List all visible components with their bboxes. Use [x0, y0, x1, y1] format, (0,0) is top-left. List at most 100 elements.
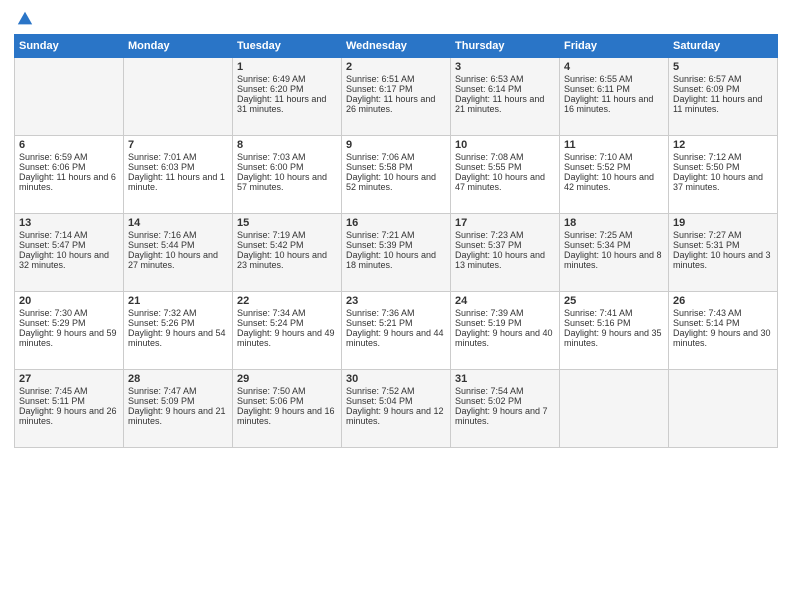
sunrise-text: Sunrise: 7:30 AM [19, 308, 119, 318]
daylight-text: Daylight: 9 hours and 16 minutes. [237, 406, 337, 426]
day-cell: 4Sunrise: 6:55 AMSunset: 6:11 PMDaylight… [560, 58, 669, 136]
sunset-text: Sunset: 5:26 PM [128, 318, 228, 328]
daylight-text: Daylight: 9 hours and 54 minutes. [128, 328, 228, 348]
day-cell: 16Sunrise: 7:21 AMSunset: 5:39 PMDayligh… [342, 214, 451, 292]
sunrise-text: Sunrise: 7:08 AM [455, 152, 555, 162]
daylight-text: Daylight: 10 hours and 57 minutes. [237, 172, 337, 192]
sunrise-text: Sunrise: 7:47 AM [128, 386, 228, 396]
sunset-text: Sunset: 6:06 PM [19, 162, 119, 172]
day-cell: 10Sunrise: 7:08 AMSunset: 5:55 PMDayligh… [451, 136, 560, 214]
daylight-text: Daylight: 11 hours and 21 minutes. [455, 94, 555, 114]
sunset-text: Sunset: 5:02 PM [455, 396, 555, 406]
sunset-text: Sunset: 6:17 PM [346, 84, 446, 94]
day-cell: 26Sunrise: 7:43 AMSunset: 5:14 PMDayligh… [669, 292, 778, 370]
day-cell: 21Sunrise: 7:32 AMSunset: 5:26 PMDayligh… [124, 292, 233, 370]
day-cell: 8Sunrise: 7:03 AMSunset: 6:00 PMDaylight… [233, 136, 342, 214]
week-row-5: 27Sunrise: 7:45 AMSunset: 5:11 PMDayligh… [15, 370, 778, 448]
sunrise-text: Sunrise: 6:55 AM [564, 74, 664, 84]
day-cell: 19Sunrise: 7:27 AMSunset: 5:31 PMDayligh… [669, 214, 778, 292]
day-cell: 29Sunrise: 7:50 AMSunset: 5:06 PMDayligh… [233, 370, 342, 448]
daylight-text: Daylight: 10 hours and 23 minutes. [237, 250, 337, 270]
daylight-text: Daylight: 10 hours and 32 minutes. [19, 250, 119, 270]
day-number: 4 [564, 61, 664, 73]
sunset-text: Sunset: 6:20 PM [237, 84, 337, 94]
day-cell: 1Sunrise: 6:49 AMSunset: 6:20 PMDaylight… [233, 58, 342, 136]
daylight-text: Daylight: 11 hours and 11 minutes. [673, 94, 773, 114]
sunrise-text: Sunrise: 7:23 AM [455, 230, 555, 240]
day-cell: 31Sunrise: 7:54 AMSunset: 5:02 PMDayligh… [451, 370, 560, 448]
week-row-3: 13Sunrise: 7:14 AMSunset: 5:47 PMDayligh… [15, 214, 778, 292]
daylight-text: Daylight: 10 hours and 52 minutes. [346, 172, 446, 192]
daylight-text: Daylight: 9 hours and 21 minutes. [128, 406, 228, 426]
sunset-text: Sunset: 5:19 PM [455, 318, 555, 328]
day-cell: 13Sunrise: 7:14 AMSunset: 5:47 PMDayligh… [15, 214, 124, 292]
sunset-text: Sunset: 6:00 PM [237, 162, 337, 172]
day-number: 15 [237, 217, 337, 229]
sunrise-text: Sunrise: 7:25 AM [564, 230, 664, 240]
day-cell: 28Sunrise: 7:47 AMSunset: 5:09 PMDayligh… [124, 370, 233, 448]
page-header [14, 10, 778, 28]
day-number: 12 [673, 139, 773, 151]
day-number: 16 [346, 217, 446, 229]
sunset-text: Sunset: 6:09 PM [673, 84, 773, 94]
daylight-text: Daylight: 11 hours and 6 minutes. [19, 172, 119, 192]
day-cell: 30Sunrise: 7:52 AMSunset: 5:04 PMDayligh… [342, 370, 451, 448]
day-number: 6 [19, 139, 119, 151]
day-cell: 24Sunrise: 7:39 AMSunset: 5:19 PMDayligh… [451, 292, 560, 370]
sunrise-text: Sunrise: 7:34 AM [237, 308, 337, 318]
sunrise-text: Sunrise: 7:12 AM [673, 152, 773, 162]
daylight-text: Daylight: 11 hours and 31 minutes. [237, 94, 337, 114]
day-number: 22 [237, 295, 337, 307]
sunset-text: Sunset: 5:04 PM [346, 396, 446, 406]
sunset-text: Sunset: 5:06 PM [237, 396, 337, 406]
week-row-2: 6Sunrise: 6:59 AMSunset: 6:06 PMDaylight… [15, 136, 778, 214]
day-cell: 12Sunrise: 7:12 AMSunset: 5:50 PMDayligh… [669, 136, 778, 214]
sunset-text: Sunset: 5:39 PM [346, 240, 446, 250]
daylight-text: Daylight: 11 hours and 1 minute. [128, 172, 228, 192]
daylight-text: Daylight: 10 hours and 13 minutes. [455, 250, 555, 270]
sunrise-text: Sunrise: 6:59 AM [19, 152, 119, 162]
sunrise-text: Sunrise: 6:57 AM [673, 74, 773, 84]
day-number: 5 [673, 61, 773, 73]
sunset-text: Sunset: 5:44 PM [128, 240, 228, 250]
daylight-text: Daylight: 11 hours and 26 minutes. [346, 94, 446, 114]
sunrise-text: Sunrise: 7:32 AM [128, 308, 228, 318]
sunrise-text: Sunrise: 7:14 AM [19, 230, 119, 240]
day-cell: 17Sunrise: 7:23 AMSunset: 5:37 PMDayligh… [451, 214, 560, 292]
sunrise-text: Sunrise: 7:03 AM [237, 152, 337, 162]
day-cell: 18Sunrise: 7:25 AMSunset: 5:34 PMDayligh… [560, 214, 669, 292]
day-number: 28 [128, 373, 228, 385]
sunrise-text: Sunrise: 7:27 AM [673, 230, 773, 240]
day-number: 13 [19, 217, 119, 229]
day-cell: 11Sunrise: 7:10 AMSunset: 5:52 PMDayligh… [560, 136, 669, 214]
sunset-text: Sunset: 5:47 PM [19, 240, 119, 250]
sunset-text: Sunset: 5:55 PM [455, 162, 555, 172]
day-number: 9 [346, 139, 446, 151]
daylight-text: Daylight: 10 hours and 8 minutes. [564, 250, 664, 270]
sunset-text: Sunset: 5:31 PM [673, 240, 773, 250]
day-number: 23 [346, 295, 446, 307]
sunset-text: Sunset: 6:03 PM [128, 162, 228, 172]
daylight-text: Daylight: 10 hours and 47 minutes. [455, 172, 555, 192]
day-number: 25 [564, 295, 664, 307]
header-day-thursday: Thursday [451, 35, 560, 58]
sunrise-text: Sunrise: 6:51 AM [346, 74, 446, 84]
day-number: 14 [128, 217, 228, 229]
sunset-text: Sunset: 5:11 PM [19, 396, 119, 406]
sunset-text: Sunset: 5:21 PM [346, 318, 446, 328]
header-day-sunday: Sunday [15, 35, 124, 58]
sunset-text: Sunset: 6:14 PM [455, 84, 555, 94]
day-number: 30 [346, 373, 446, 385]
day-cell: 23Sunrise: 7:36 AMSunset: 5:21 PMDayligh… [342, 292, 451, 370]
day-cell: 3Sunrise: 6:53 AMSunset: 6:14 PMDaylight… [451, 58, 560, 136]
daylight-text: Daylight: 10 hours and 3 minutes. [673, 250, 773, 270]
sunrise-text: Sunrise: 7:43 AM [673, 308, 773, 318]
daylight-text: Daylight: 9 hours and 44 minutes. [346, 328, 446, 348]
sunrise-text: Sunrise: 7:10 AM [564, 152, 664, 162]
sunset-text: Sunset: 5:37 PM [455, 240, 555, 250]
day-cell: 25Sunrise: 7:41 AMSunset: 5:16 PMDayligh… [560, 292, 669, 370]
daylight-text: Daylight: 9 hours and 35 minutes. [564, 328, 664, 348]
day-number: 27 [19, 373, 119, 385]
sunset-text: Sunset: 5:24 PM [237, 318, 337, 328]
day-number: 17 [455, 217, 555, 229]
